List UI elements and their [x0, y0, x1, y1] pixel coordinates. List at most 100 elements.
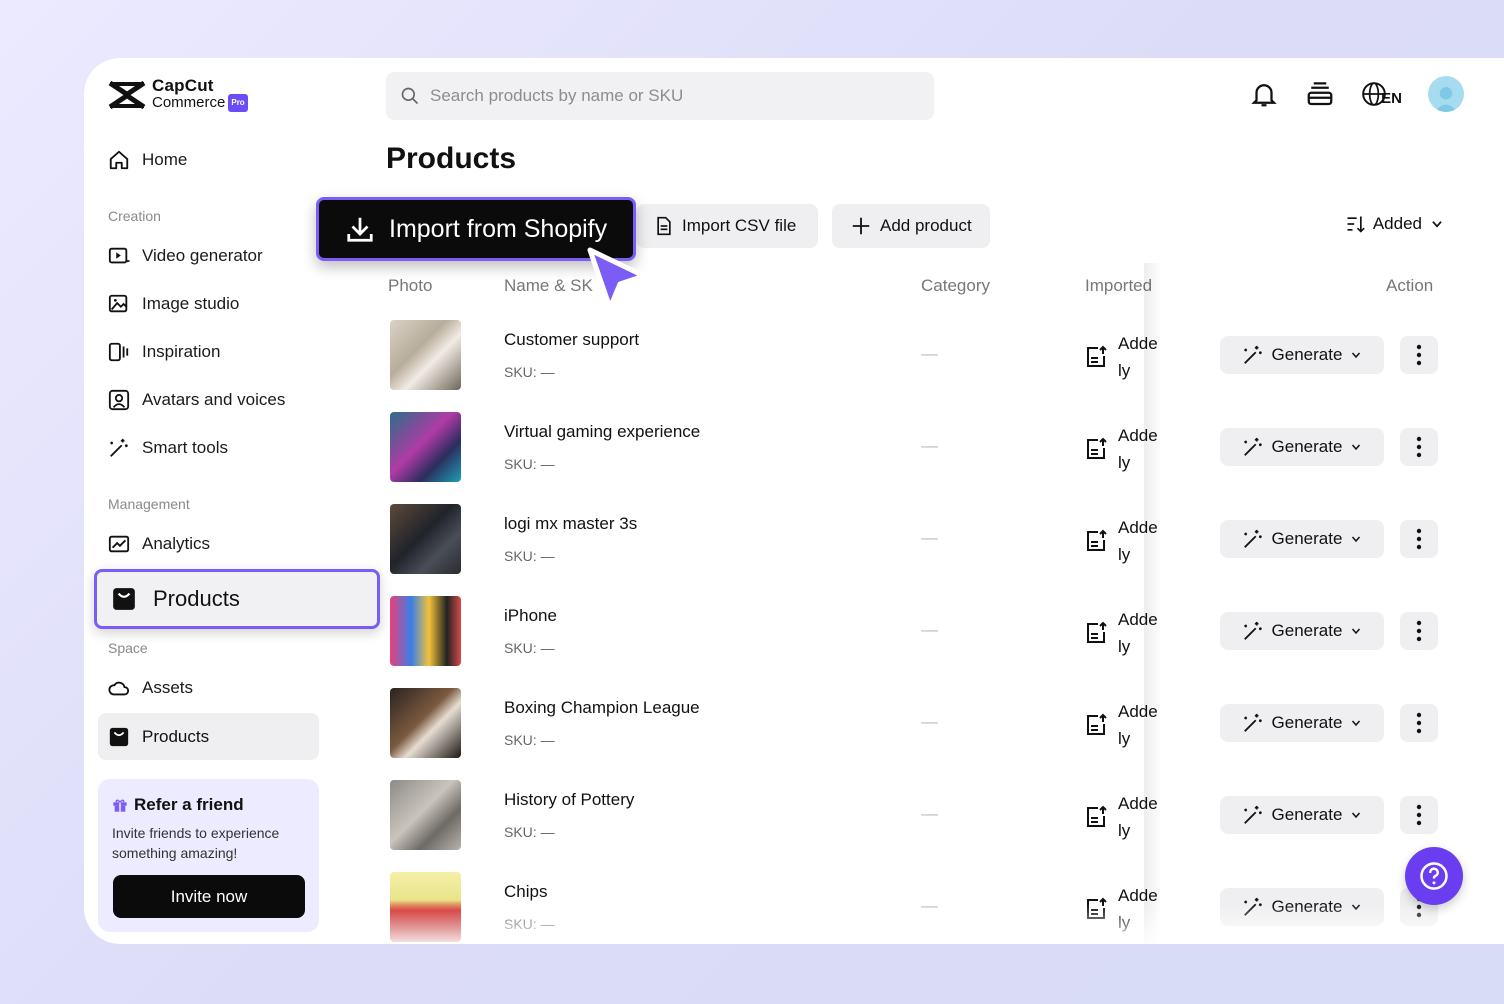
add-product-label: Add product	[880, 216, 972, 235]
imported-text-line1: Adde	[1118, 610, 1158, 629]
sidebar-item-label: Products	[142, 726, 210, 746]
table-row[interactable]: Customer support SKU: — — Adde ly Generat…	[384, 320, 1464, 412]
generate-button[interactable]: Generate	[1220, 336, 1384, 374]
more-vertical-icon	[1416, 528, 1422, 550]
column-header-category: Category	[921, 276, 990, 295]
sort-dropdown[interactable]: Added	[1345, 214, 1444, 234]
product-category: —	[921, 620, 938, 639]
magic-wand-icon	[1243, 805, 1262, 824]
magic-wand-icon	[1243, 621, 1262, 640]
table-row[interactable]: Virtual gaming experience SKU: — — Adde l…	[384, 412, 1464, 504]
table-row[interactable]: logi mx master 3s SKU: — — Adde ly Genera…	[384, 504, 1464, 596]
invite-now-button[interactable]: Invite now	[113, 875, 305, 918]
analytics-icon	[108, 535, 130, 553]
generate-button[interactable]: Generate	[1220, 796, 1384, 834]
product-name[interactable]: History of Pottery	[504, 790, 634, 810]
more-options-button[interactable]	[1400, 796, 1438, 834]
product-category: —	[921, 344, 938, 363]
import-icon	[1087, 805, 1107, 827]
product-photo[interactable]	[390, 596, 461, 666]
imported-status: Adde ly	[1084, 330, 1166, 384]
inspiration-icon	[108, 342, 129, 362]
chevron-down-icon	[1352, 352, 1361, 359]
more-vertical-icon	[1416, 436, 1422, 458]
chevron-down-icon	[1352, 812, 1361, 819]
sidebar-item-analytics[interactable]: Analytics	[108, 530, 210, 558]
sidebar-item-label: Smart tools	[142, 438, 228, 457]
product-photo[interactable]	[390, 412, 461, 482]
brand-product: Commerce	[152, 94, 226, 111]
product-name[interactable]: iPhone	[504, 606, 557, 626]
more-options-button[interactable]	[1400, 704, 1438, 742]
bell-icon[interactable]	[1249, 79, 1279, 109]
product-photo[interactable]	[390, 780, 461, 850]
product-photo[interactable]	[390, 320, 461, 390]
help-button[interactable]	[1405, 847, 1463, 905]
product-name[interactable]: logi mx master 3s	[504, 514, 637, 534]
product-category: —	[921, 436, 938, 455]
imported-text-line1: Adde	[1118, 426, 1158, 445]
video-generator-icon	[108, 247, 130, 264]
sidebar-item-video-generator[interactable]: Video generator	[108, 242, 263, 270]
more-options-button[interactable]	[1400, 336, 1438, 374]
product-name[interactable]: Virtual gaming experience	[504, 422, 700, 442]
table-row[interactable]: Boxing Champion League SKU: — — Adde ly G…	[384, 688, 1464, 780]
generate-button[interactable]: Generate	[1220, 520, 1384, 558]
search-input[interactable]	[430, 86, 910, 106]
sidebar-item-products[interactable]: Products	[98, 713, 319, 760]
import-csv-button[interactable]: Import CSV file	[636, 204, 818, 248]
add-product-button[interactable]: Add product	[832, 204, 990, 248]
cloud-icon	[108, 681, 130, 696]
sidebar-item-home[interactable]: Home	[108, 146, 187, 174]
generate-label: Generate	[1271, 529, 1343, 548]
import-icon	[1087, 621, 1107, 643]
sidebar-item-inspiration[interactable]: Inspiration	[108, 338, 220, 366]
generate-label: Generate	[1271, 621, 1343, 640]
sidebar-item-avatars-voices[interactable]: Avatars and voices	[108, 386, 285, 414]
magic-wand-icon	[1243, 529, 1262, 548]
page-title: Products	[386, 142, 517, 175]
section-label-space: Space	[108, 640, 148, 656]
sidebar-item-label: Avatars and voices	[142, 390, 286, 409]
more-options-button[interactable]	[1400, 428, 1438, 466]
product-name[interactable]: Chips	[504, 882, 547, 902]
image-studio-icon	[108, 294, 128, 313]
table-row[interactable]: History of Pottery SKU: — — Adde ly Gener…	[384, 780, 1464, 872]
chevron-down-icon	[1352, 444, 1361, 451]
more-options-button[interactable]	[1400, 520, 1438, 558]
generate-label: Generate	[1271, 713, 1343, 732]
chevron-down-icon	[1352, 720, 1361, 727]
product-sku: SKU: —	[504, 548, 555, 564]
table-row[interactable]: iPhone SKU: — — Adde ly Generate	[384, 596, 1464, 688]
avatar-icon	[108, 389, 130, 411]
shopping-bag-icon	[109, 727, 129, 746]
user-avatar[interactable]	[1428, 76, 1464, 112]
more-vertical-icon	[1416, 804, 1422, 826]
product-photo[interactable]	[390, 504, 461, 574]
product-photo[interactable]	[390, 688, 461, 758]
stack-icon[interactable]	[1305, 79, 1335, 109]
imported-text-line2: ly	[1118, 453, 1131, 472]
sort-label: Added	[1372, 214, 1422, 233]
product-name[interactable]: Customer support	[504, 330, 639, 350]
generate-button[interactable]: Generate	[1220, 428, 1384, 466]
generate-button[interactable]: Generate	[1220, 704, 1384, 742]
sidebar-item-label: Products	[153, 586, 240, 611]
import-icon	[1087, 529, 1107, 551]
question-icon	[1420, 862, 1448, 890]
sidebar-item-image-studio[interactable]: Image studio	[108, 290, 239, 318]
document-icon	[657, 216, 671, 236]
sidebar-item-label: Assets	[142, 678, 194, 697]
search-bar[interactable]	[386, 72, 934, 120]
product-sku: SKU: —	[504, 824, 555, 840]
imported-text-line2: ly	[1118, 637, 1131, 656]
generate-button[interactable]: Generate	[1220, 612, 1384, 650]
more-options-button[interactable]	[1400, 612, 1438, 650]
bottom-fade	[384, 904, 1504, 944]
language-switch[interactable]: EN	[1361, 81, 1402, 107]
capcut-commerce-logo[interactable]: CapCut Commerce Pro	[108, 77, 248, 112]
sidebar-item-smart-tools[interactable]: Smart tools	[108, 434, 228, 462]
product-name[interactable]: Boxing Champion League	[504, 698, 700, 718]
sidebar-item-products-highlight[interactable]: Products	[94, 569, 380, 629]
sidebar-item-assets[interactable]: Assets	[108, 674, 193, 702]
